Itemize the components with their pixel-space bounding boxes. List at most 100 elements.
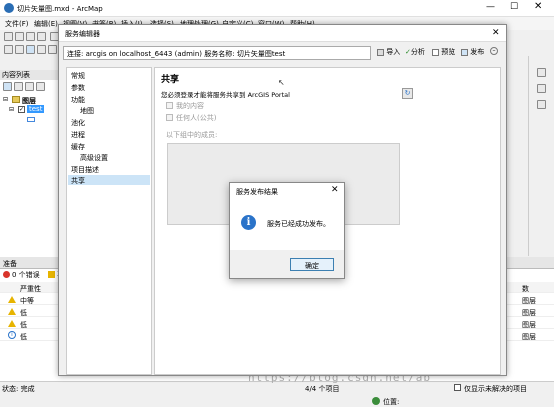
service-editor-toolbar: 连接: arcgis on localhost_6443 (admin) 服务名…: [59, 42, 506, 64]
import-label: 导入: [386, 48, 401, 56]
list-by-drawing-order-icon[interactable]: [3, 82, 12, 91]
nav-processes[interactable]: 进程: [71, 130, 85, 140]
column-type[interactable]: 数: [522, 284, 529, 294]
identify-icon[interactable]: [48, 45, 57, 54]
error-count[interactable]: 0 个错误: [12, 270, 40, 280]
sharing-heading: 共享: [161, 75, 180, 85]
save-icon[interactable]: [26, 32, 35, 41]
full-extent-icon[interactable]: [37, 45, 46, 54]
row-type: 图层: [522, 321, 536, 329]
row-type: 图层: [522, 309, 536, 317]
status-bar: 状态: 完成 4/4 个项目 仅显示未解决的项目 位置:: [0, 381, 554, 406]
publish-button[interactable]: 发布: [461, 47, 484, 57]
maximize-button[interactable]: ☐: [510, 2, 518, 12]
globe-icon: [372, 397, 380, 405]
zoom-in-icon[interactable]: [4, 45, 13, 54]
warning-icon: [8, 308, 16, 317]
list-by-source-icon[interactable]: [14, 82, 23, 91]
publish-result-close-button[interactable]: ✕: [331, 185, 339, 195]
catalog-icon[interactable]: [537, 68, 546, 77]
layer-visibility-checkbox[interactable]: ✓: [18, 106, 25, 113]
my-content-checkbox[interactable]: [166, 102, 173, 109]
nav-capabilities[interactable]: 功能: [71, 95, 85, 105]
row-type: 图层: [522, 333, 536, 341]
sharing-login-note: 您必须登录才能将服务共享到 ArcGIS Portal: [161, 91, 290, 99]
nav-advanced-settings[interactable]: 高级设置: [80, 153, 108, 163]
table-of-contents: ⊟ 图层 ⊟ ✓ test: [0, 80, 62, 257]
publish-result-title: 服务发布结果: [236, 188, 278, 196]
warning-icon: [8, 320, 16, 329]
list-by-selection-icon[interactable]: [36, 82, 45, 91]
row-severity: 低: [20, 309, 27, 317]
analyze-button[interactable]: ✓分析: [405, 47, 425, 57]
info-icon: i: [241, 215, 256, 230]
search-window-icon[interactable]: [537, 84, 546, 93]
app-title: 切片矢量图.mxd - ArcMap: [17, 5, 103, 13]
connection-field[interactable]: 连接: arcgis on localhost_6443 (admin) 服务名…: [63, 46, 371, 60]
toc-title: 内容列表: [2, 71, 30, 79]
service-editor-title: 服务编辑器: [65, 30, 100, 38]
nav-caching[interactable]: 缓存: [71, 142, 85, 152]
service-editor-nav: 常规 参数 功能 地图 池化 进程 缓存 高级设置 项目描述 共享: [66, 67, 152, 375]
publish-icon: [461, 48, 468, 56]
unresolved-only-label[interactable]: 仅显示未解决的项目: [464, 384, 527, 394]
nav-mapping[interactable]: 地图: [80, 106, 94, 116]
nav-sharing[interactable]: 共享: [71, 176, 85, 186]
list-by-visibility-icon[interactable]: [25, 82, 34, 91]
everyone-checkbox[interactable]: [166, 114, 173, 121]
warning-filter-icon: [48, 271, 55, 278]
everyone-label: 任何人(公共): [176, 114, 217, 122]
menu-file[interactable]: 文件(F): [5, 19, 29, 29]
layer-name-selected[interactable]: test: [27, 105, 45, 113]
refresh-button[interactable]: ↻: [402, 88, 413, 99]
publish-result-dialog: 服务发布结果 ✕ i 服务已经成功发布。 确定: [229, 182, 345, 279]
item-count: 4/4 个项目: [305, 385, 340, 393]
status-text: 状态: 完成: [2, 385, 35, 393]
new-map-icon[interactable]: [4, 32, 13, 41]
layers-group-icon: [12, 96, 20, 103]
right-dock-bar: [528, 56, 554, 256]
row-severity: 中等: [20, 297, 34, 305]
zoom-out-icon[interactable]: [15, 45, 24, 54]
error-icon: [3, 271, 10, 278]
publish-result-button-bar: 确定: [230, 250, 344, 278]
toolbox-icon[interactable]: [537, 100, 546, 109]
my-content-label: 我的内容: [176, 102, 204, 110]
row-type: 图层: [522, 297, 536, 305]
close-button[interactable]: ✕: [534, 1, 542, 12]
print-icon[interactable]: [37, 32, 46, 41]
nav-parameters[interactable]: 参数: [71, 83, 85, 93]
service-editor-titlebar: 服务编辑器 ✕: [59, 25, 506, 42]
pan-icon[interactable]: [26, 45, 35, 54]
open-icon[interactable]: [15, 32, 24, 41]
group-members-label: 以下组中的成员:: [166, 131, 218, 139]
warning-icon: [8, 296, 16, 305]
column-severity[interactable]: 严重性: [20, 284, 41, 294]
ok-button[interactable]: 确定: [290, 258, 334, 271]
menu-edit[interactable]: 编辑(E): [34, 19, 58, 29]
analyze-label: 分析: [410, 48, 425, 56]
minimize-button[interactable]: —: [486, 2, 495, 12]
layers-expand-icon[interactable]: ⊟: [3, 96, 8, 103]
row-severity: 低: [20, 333, 27, 341]
import-icon: [377, 48, 384, 56]
preview-button[interactable]: 预览: [432, 47, 455, 57]
info-icon: i: [8, 331, 16, 339]
nav-item-description[interactable]: 项目描述: [71, 165, 99, 175]
publish-result-message: 服务已经成功发布。: [267, 220, 330, 228]
row-severity: 低: [20, 321, 27, 329]
help-icon[interactable]: –: [490, 47, 498, 55]
import-button[interactable]: 导入: [377, 47, 400, 57]
app-titlebar: 切片矢量图.mxd - ArcMap — ☐ ✕: [0, 0, 554, 17]
unresolved-only-checkbox[interactable]: [454, 384, 461, 391]
layer-expand-icon[interactable]: ⊟: [9, 106, 14, 113]
preview-icon: [432, 48, 439, 56]
nav-pooling[interactable]: 池化: [71, 118, 85, 128]
preview-label: 预览: [441, 48, 456, 56]
publish-label: 发布: [470, 48, 485, 56]
mouse-cursor-icon: ↖: [278, 78, 285, 87]
layer-symbol-icon: [27, 117, 35, 122]
nav-general[interactable]: 常规: [71, 71, 85, 81]
toc-header: 内容列表: [0, 70, 62, 80]
service-editor-close-button[interactable]: ✕: [492, 28, 500, 38]
